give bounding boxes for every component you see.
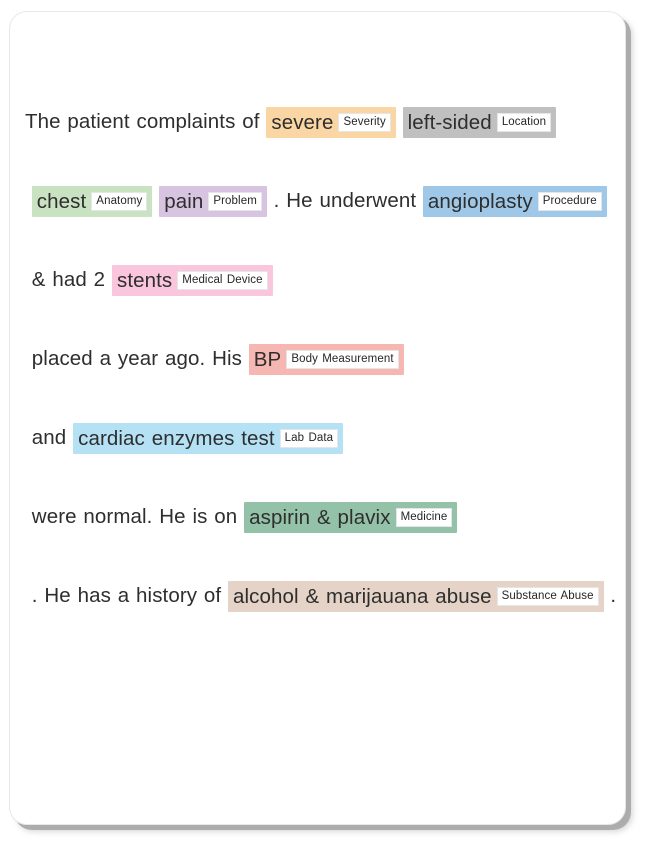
plain-text-run: and xyxy=(25,426,74,449)
entity-location[interactable]: left-sided Location xyxy=(402,107,557,139)
entity-text: angioplasty xyxy=(427,190,533,214)
entity-severity[interactable]: severe Severity xyxy=(266,107,396,139)
entity-text: pain xyxy=(164,190,204,214)
entity-anatomy[interactable]: chest Anatomy xyxy=(31,186,153,218)
entity-label-badge: Medicine xyxy=(395,508,453,528)
entity-text: BP xyxy=(253,348,282,372)
entity-body-measurement[interactable]: BP Body Measurement xyxy=(248,344,404,376)
entity-label-badge: Anatomy xyxy=(91,192,148,212)
annotation-card: The patient complaints of severe Severity… xyxy=(9,11,626,825)
entity-medical-device[interactable]: stents Medical Device xyxy=(111,265,273,297)
entity-lab-data[interactable]: cardiac enzymes test Lab Data xyxy=(73,423,344,455)
plain-text-run xyxy=(396,110,403,133)
entity-label-badge: Medical Device xyxy=(177,271,268,291)
annotated-text-body: The patient complaints of severe Severity… xyxy=(25,82,617,635)
entity-text: cardiac enzymes test xyxy=(78,427,275,451)
entity-text: stents xyxy=(116,269,173,293)
entity-problem[interactable]: pain Problem xyxy=(159,186,267,218)
entity-label-badge: Procedure xyxy=(537,192,602,212)
entity-medicine[interactable]: aspirin & plavix Medicine xyxy=(244,502,458,534)
plain-text-run: . xyxy=(603,584,617,607)
entity-label-badge: Severity xyxy=(338,113,391,133)
entity-substance-abuse[interactable]: alcohol & marijauana abuse Substance Abus… xyxy=(228,581,604,613)
plain-text-run xyxy=(152,189,159,212)
entity-label-badge: Substance Abuse xyxy=(496,587,599,607)
entity-text: alcohol & marijauana abuse xyxy=(233,585,492,609)
entity-text: aspirin & plavix xyxy=(249,506,391,530)
plain-text-run: were normal. xyxy=(25,505,160,528)
entity-label-badge: Lab Data xyxy=(279,429,339,449)
plain-text-run: . He has a history of xyxy=(25,584,228,607)
plain-text-run: & had 2 xyxy=(25,268,112,291)
entity-text: left-sided xyxy=(407,111,492,135)
entity-label-badge: Body Measurement xyxy=(286,350,399,370)
entity-label-badge: Location xyxy=(496,113,552,133)
plain-text-run: The patient complaints of xyxy=(25,110,267,133)
plain-text-run: . He underwent xyxy=(266,189,423,212)
entity-text: chest xyxy=(36,190,87,214)
plain-text-run xyxy=(25,189,32,212)
entity-text: severe xyxy=(271,111,334,135)
plain-text-run: placed a year ago. His xyxy=(25,347,249,370)
entity-procedure[interactable]: angioplasty Procedure xyxy=(422,186,607,218)
plain-text-run: He is on xyxy=(159,505,245,528)
entity-label-badge: Problem xyxy=(208,192,262,212)
